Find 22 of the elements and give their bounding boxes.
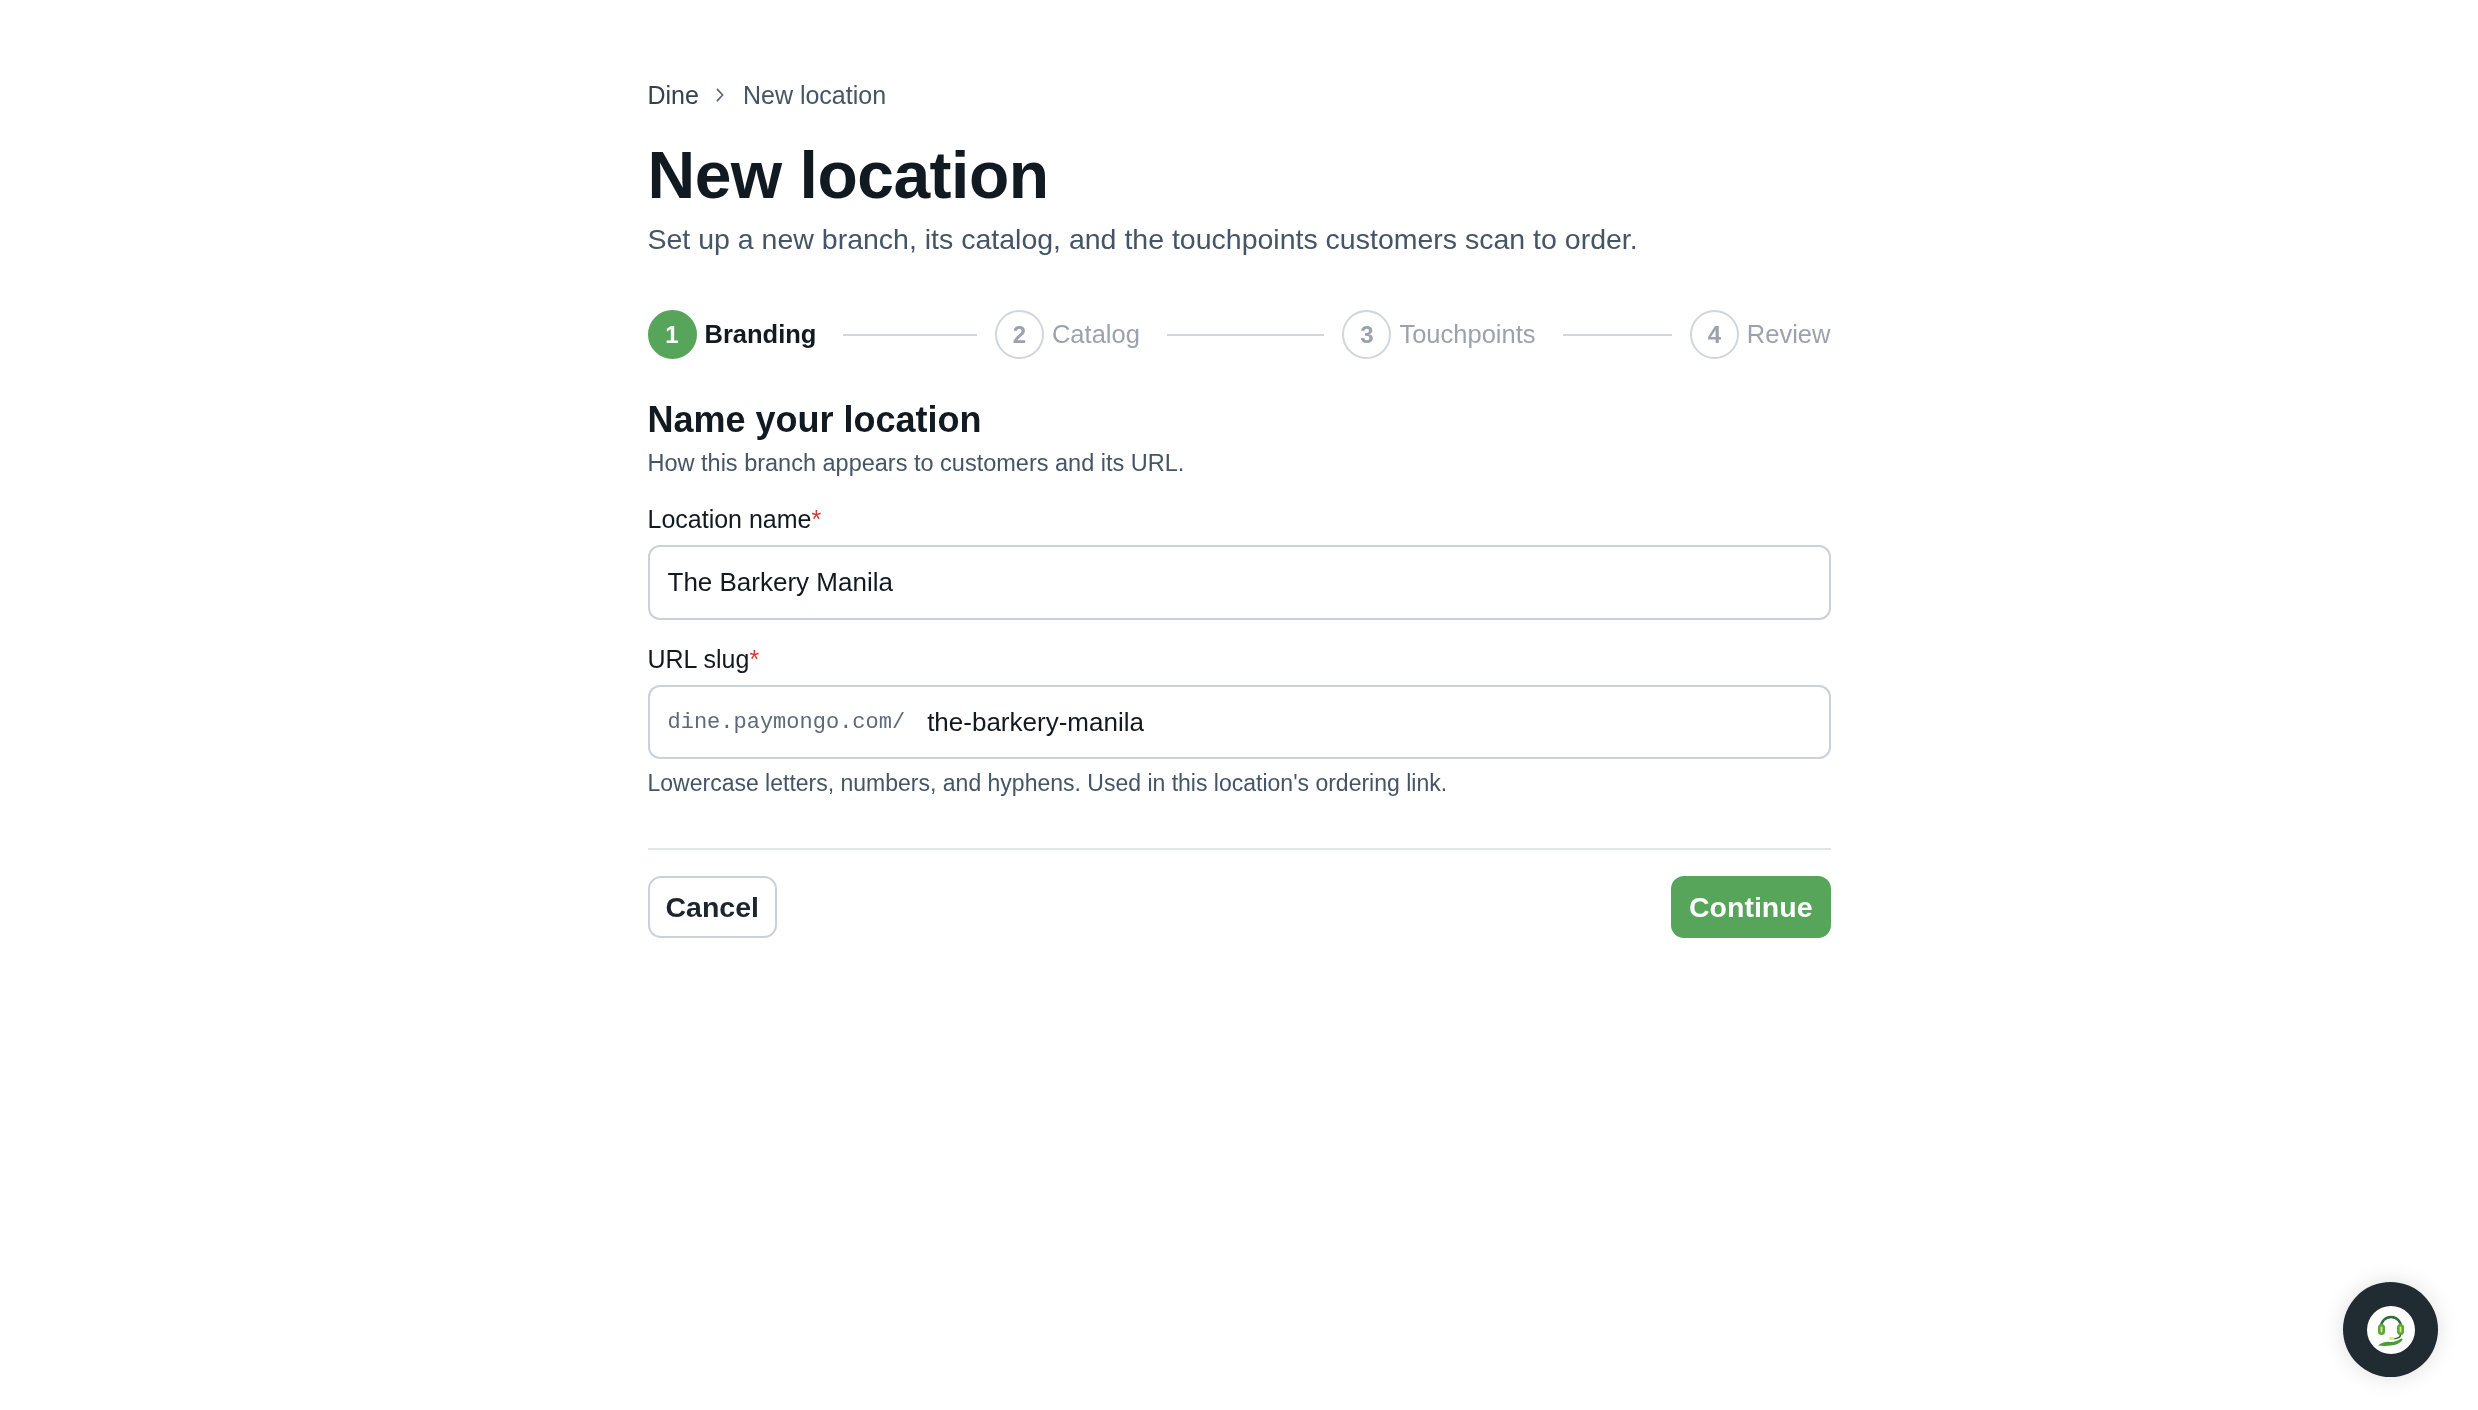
input-field[interactable]: the-barkery-manila <box>904 685 1831 759</box>
cancel-button[interactable]: Cancel <box>647 876 777 938</box>
step-number: 3 <box>1342 310 1392 359</box>
step-number: 2 <box>994 310 1044 359</box>
breadcrumb-current: New location <box>742 80 887 111</box>
step-label: Review <box>1746 319 1831 351</box>
step-label: Catalog <box>1051 319 1140 351</box>
step-number: 1 <box>647 310 697 359</box>
help-text: Lowercase letters, numbers, and hyphens. Used in this location's ordering link. <box>647 769 1449 798</box>
step-label: Touchpoints <box>1399 319 1536 351</box>
section-description: How this branch appears to customers and its URL. <box>647 449 1186 478</box>
input-field[interactable]: The Barkery Manila <box>647 545 1831 620</box>
step-number: 4 <box>1689 310 1739 359</box>
page-subtitle: Set up a new branch, its catalog, and the touchpoints customers scan to order. <box>647 222 1639 257</box>
headset-icon <box>2366 1305 2415 1354</box>
section-heading: Name your location <box>647 398 983 442</box>
step-label: Branding <box>704 319 817 351</box>
page-title: New location <box>647 137 1050 213</box>
input-prefix: dine.paymongo.com/ <box>647 685 906 759</box>
breadcrumb-link[interactable]: Dine <box>647 77 699 113</box>
field-label: Location name* <box>647 504 822 535</box>
field-label: URL slug* <box>647 644 760 675</box>
